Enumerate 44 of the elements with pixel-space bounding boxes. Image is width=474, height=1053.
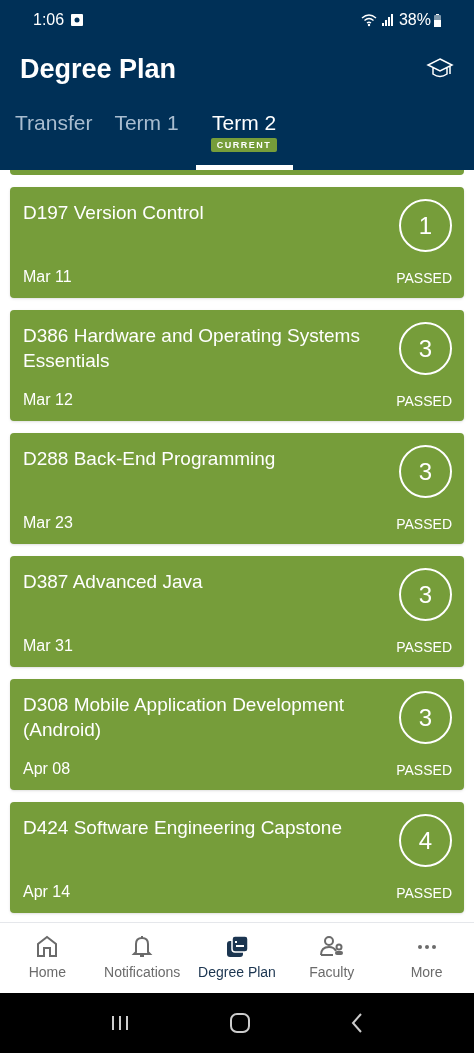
course-title: D197 Version Control <box>23 201 204 225</box>
status-label: PASSED <box>396 761 452 780</box>
course-date: Mar 31 <box>23 636 73 656</box>
nav-item[interactable]: More <box>379 923 474 993</box>
status-label: PASSED <box>396 269 452 288</box>
status-label: PASSED <box>396 515 452 534</box>
home-button-icon[interactable] <box>230 1013 250 1033</box>
current-badge: CURRENT <box>210 138 278 152</box>
battery-icon <box>434 13 441 27</box>
course-date: Apr 14 <box>23 882 71 902</box>
tab[interactable]: Transfer <box>15 98 93 170</box>
battery-level: 38% <box>398 10 431 30</box>
course-card[interactable]: D387 Advanced Java 3 Mar 31 PASSED <box>10 556 464 667</box>
course-date: Mar 23 <box>23 513 73 533</box>
status-label: PASSED <box>396 884 452 903</box>
status-label: PASSED <box>396 638 452 657</box>
course-date: Apr 08 <box>23 759 71 779</box>
status-label: PASSED <box>396 392 452 411</box>
course-card[interactable]: D424 Software Engineering Capstone 4 Apr 14 PASSED <box>10 802 464 913</box>
notification-icon <box>71 14 84 26</box>
tab[interactable]: Term 1 <box>114 98 179 170</box>
back-icon[interactable] <box>351 1013 364 1033</box>
nav-item[interactable]: Notifications <box>94 923 190 993</box>
course-title: D308 Mobile Application Development (Android) <box>23 693 346 742</box>
course-card[interactable]: D197 Version Control 1 Mar 11 PASSED <box>10 187 464 298</box>
recent-apps-icon[interactable] <box>110 1015 129 1031</box>
status-time: 1:06 <box>33 10 65 30</box>
course-card[interactable]: D386 Hardware and Operating Systems Essentials 3 Mar 12 PASSED <box>10 310 464 421</box>
course-date: Mar 11 <box>23 267 72 287</box>
course-title: D387 Advanced Java <box>23 570 203 594</box>
course-title: D386 Hardware and Operating Systems Essentials <box>23 324 361 373</box>
course-title: D424 Software Engineering Capstone <box>23 816 342 840</box>
nav-item[interactable]: Degree Plan <box>189 923 285 993</box>
nav-item[interactable]: Home <box>0 923 95 993</box>
course-date: Mar 12 <box>23 390 73 410</box>
course-card[interactable]: D308 Mobile Application Development (Android) 3 Apr 08 PASSED <box>10 679 464 790</box>
page-title: Degree Plan <box>20 52 177 86</box>
signal-icon <box>381 14 394 26</box>
nav-item[interactable]: Faculty <box>284 923 380 993</box>
course-card[interactable]: D288 Back-End Programming 3 Mar 23 PASSED <box>10 433 464 544</box>
wifi-icon <box>360 13 379 27</box>
more-icon <box>416 943 437 950</box>
course-title: D288 Back-End Programming <box>23 447 276 471</box>
stacked-cards-icon <box>224 933 250 960</box>
